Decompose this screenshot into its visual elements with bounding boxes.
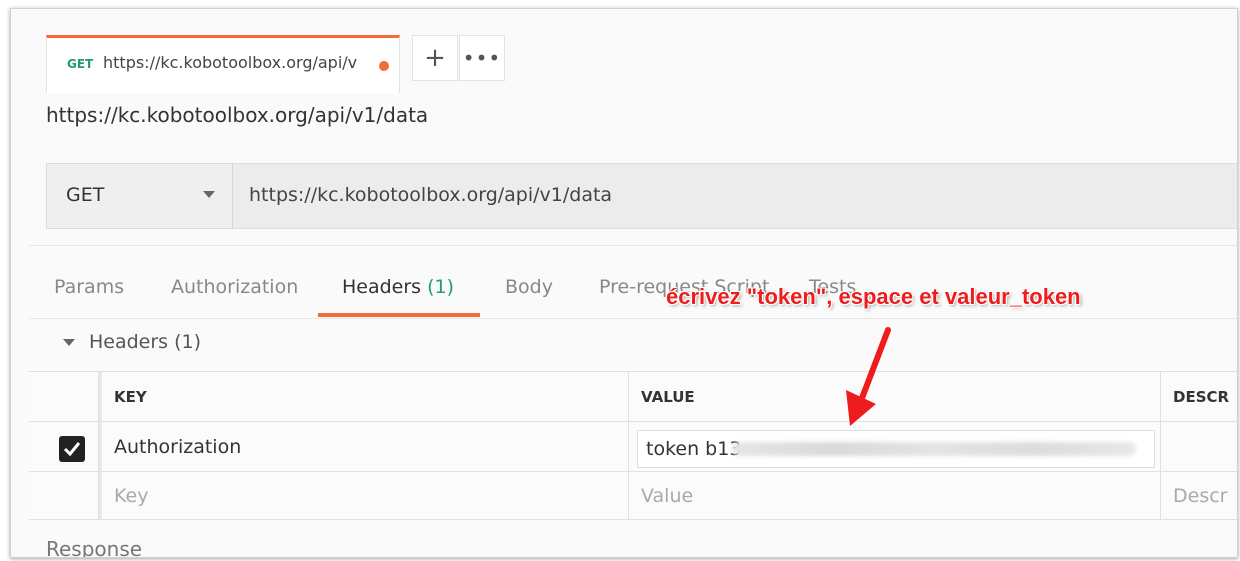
tab-method-label: GET <box>67 57 94 71</box>
column-header-value-label: VALUE <box>641 388 695 406</box>
new-description-cell[interactable]: Descr <box>1161 472 1237 520</box>
tab-params[interactable]: Params <box>54 276 124 298</box>
response-section-label[interactable]: Response <box>46 537 142 557</box>
active-tab-underline <box>318 313 480 317</box>
tab-url-label: https://kc.kobotoolbox.org/api/v <box>103 53 358 72</box>
postman-window: GET https://kc.kobotoolbox.org/api/v + •… <box>10 8 1238 558</box>
new-value-placeholder: Value <box>641 485 694 507</box>
new-description-placeholder: Descr <box>1173 485 1228 507</box>
headers-section-toggle[interactable]: Headers (1) <box>63 331 201 353</box>
chevron-down-icon <box>203 191 215 198</box>
header-key-text: Authorization <box>114 436 242 458</box>
method-select-value: GET <box>66 184 105 206</box>
checkmark-icon <box>63 442 81 457</box>
column-header-description-label: DESCR <box>1173 388 1230 406</box>
new-key-placeholder: Key <box>114 485 149 507</box>
unsaved-indicator-icon <box>379 61 389 71</box>
header-key-cell[interactable]: Authorization <box>99 422 629 472</box>
column-header-key: KEY <box>99 372 629 422</box>
tab-headers[interactable]: Headers (1) <box>342 276 454 298</box>
tab-headers-count: (1) <box>427 276 455 298</box>
url-input[interactable]: https://kc.kobotoolbox.org/api/v1/data <box>249 184 612 206</box>
headers-table: KEY VALUE DESCR Authorization token b13 <box>29 371 1237 520</box>
header-value-text: token b13 <box>646 438 742 460</box>
table-header-checkbox-col <box>29 372 99 422</box>
triangle-down-icon <box>63 339 75 346</box>
request-tab[interactable]: GET https://kc.kobotoolbox.org/api/v <box>46 35 400 93</box>
new-value-cell[interactable]: Value <box>629 472 1161 520</box>
new-key-cell[interactable]: Key <box>99 472 629 520</box>
method-select[interactable]: GET <box>47 164 233 228</box>
annotation-arrow-icon <box>846 327 891 426</box>
tab-body[interactable]: Body <box>505 276 553 298</box>
header-value-input[interactable]: token b13 <box>637 430 1155 468</box>
column-header-key-label: KEY <box>114 388 147 406</box>
new-tab-button[interactable]: + <box>412 35 458 81</box>
request-title[interactable]: https://kc.kobotoolbox.org/api/v1/data <box>46 103 428 127</box>
redacted-token-blur <box>732 442 1136 456</box>
url-bar: GET https://kc.kobotoolbox.org/api/v1/da… <box>46 163 1237 229</box>
column-header-description: DESCR <box>1161 372 1237 422</box>
tab-authorization[interactable]: Authorization <box>171 276 298 298</box>
headers-section-title: Headers (1) <box>89 331 202 353</box>
annotation-text: écrivez "token", espace et valeur_token <box>666 284 1081 309</box>
more-tabs-button[interactable]: ••• <box>459 35 505 81</box>
empty-row-checkbox-cell <box>29 472 99 520</box>
header-description-cell[interactable] <box>1161 422 1237 472</box>
tab-headers-label: Headers <box>342 276 422 298</box>
header-enabled-checkbox[interactable] <box>59 436 85 462</box>
request-tab-bar: GET https://kc.kobotoolbox.org/api/v + •… <box>29 9 1237 93</box>
